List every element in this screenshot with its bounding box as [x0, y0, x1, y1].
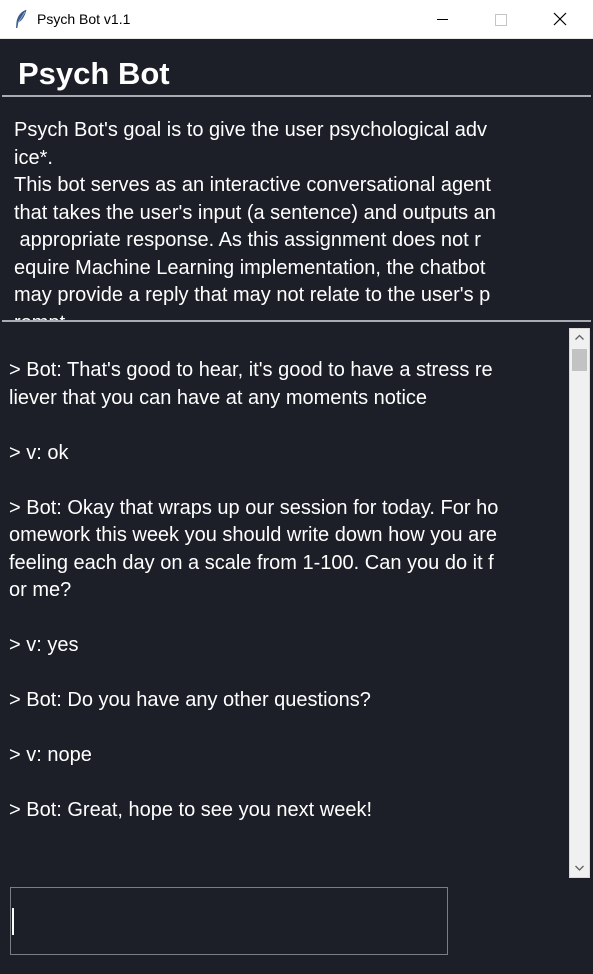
- message-input[interactable]: [10, 887, 448, 955]
- minimize-button[interactable]: [414, 0, 472, 38]
- chat-line: > v: ok: [9, 441, 69, 464]
- chat-line: [9, 770, 498, 798]
- header-divider: [2, 95, 591, 97]
- feather-icon: [14, 9, 28, 29]
- close-button[interactable]: [531, 0, 589, 38]
- chat-log[interactable]: > Bot: That's good to hear, it's good to…: [3, 329, 568, 879]
- chat-line: omework this week you should write down …: [9, 524, 498, 546]
- description-line: may provide a reply that may not relate …: [14, 284, 491, 306]
- chat-line: > v: yes: [9, 634, 79, 656]
- chat-line: > Bot: That's good to hear, it's good to…: [9, 359, 493, 381]
- app-window: Psych Bot v1.1 Psych Bot Psych Bot's goa…: [0, 0, 593, 974]
- title-bar[interactable]: Psych Bot v1.1: [0, 0, 593, 39]
- chat-line: > v: nope: [9, 744, 92, 766]
- chat-line: [9, 715, 498, 743]
- window-title: Psych Bot v1.1: [37, 11, 131, 27]
- scroll-thumb[interactable]: [572, 349, 587, 371]
- scroll-up-button[interactable]: [570, 329, 589, 347]
- chat-line: liever that you can have at any moments …: [9, 386, 428, 409]
- description-line: This bot serves as an interactive conver…: [14, 174, 491, 196]
- description-line: equire Machine Learning implementation, …: [14, 256, 486, 279]
- chat-line: [9, 412, 498, 440]
- maximize-icon: [495, 14, 507, 26]
- scroll-down-button[interactable]: [570, 859, 589, 877]
- chat-line: or me?: [9, 579, 72, 601]
- chat-transcript: > Bot: That's good to hear, it's good to…: [9, 357, 498, 825]
- chat-line: > Bot: Great, hope to see you next week!: [9, 799, 372, 821]
- description-line: appropriate response. As this assignment…: [14, 229, 481, 251]
- minimize-icon: [437, 19, 448, 20]
- chat-line: [9, 605, 498, 633]
- chat-scrollbar[interactable]: [569, 328, 590, 878]
- chat-line: [9, 467, 498, 495]
- page-title: Psych Bot: [18, 56, 170, 91]
- chat-line: > Bot: Okay that wraps up our session fo…: [9, 496, 499, 519]
- close-icon: [553, 12, 567, 26]
- description-line: Psych Bot's goal is to give the user psy…: [14, 119, 487, 141]
- chat-line: feeling each day on a scale from 1-100. …: [9, 551, 494, 574]
- description-line: ice*.: [14, 146, 53, 169]
- text-caret: [12, 908, 14, 935]
- description-line: that takes the user's input (a sentence)…: [14, 201, 496, 224]
- chat-line: > Bot: Do you have any other questions?: [9, 689, 371, 711]
- chevron-down-icon: [575, 865, 584, 871]
- description-text: Psych Bot's goal is to give the user psy…: [14, 117, 582, 321]
- chevron-up-icon: [575, 334, 584, 340]
- description-divider: [2, 320, 591, 322]
- maximize-button[interactable]: [472, 0, 530, 38]
- chat-line: [9, 660, 498, 688]
